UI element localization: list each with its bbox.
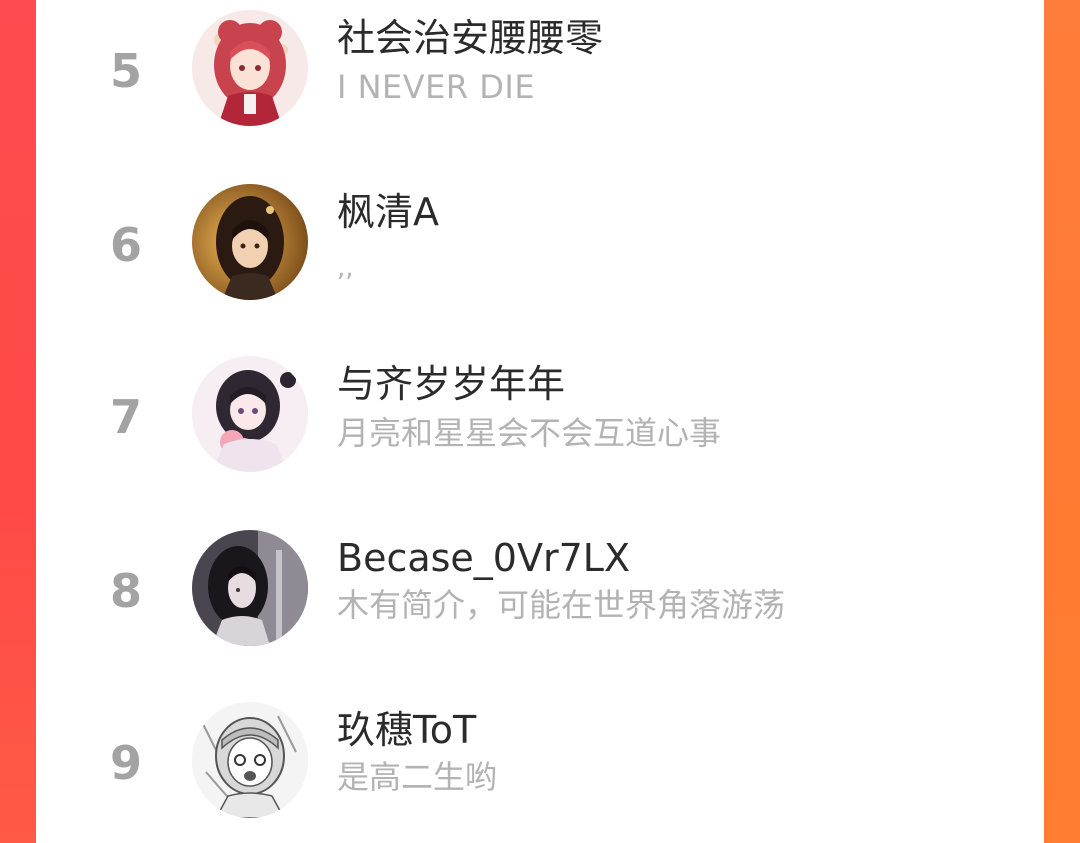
avatar-girl-holding-flowers-icon[interactable] (192, 356, 308, 472)
left-accent-border (0, 0, 36, 843)
user-bio: 木有简介，可能在世界角落游荡 (337, 586, 786, 624)
user-name[interactable]: 玖穗ToT (337, 709, 476, 752)
ranking-row-8[interactable]: 8 Becase_0Vr7LX 木有简介，可能在世界角落游荡 (36, 516, 1044, 688)
rank-number: 5 (109, 44, 142, 98)
ranking-row-5[interactable]: 5 社会治安腰腰零 I NEVER DIE (36, 0, 1044, 172)
user-name[interactable]: 枫清A (337, 191, 439, 234)
ranking-row-9[interactable]: 9 玖穗ToT 是高二生哟 (36, 688, 1044, 843)
avatar-red-hair-girl-icon[interactable] (192, 10, 308, 126)
avatar-dark-hair-girl-golden-icon[interactable] (192, 184, 308, 300)
rank-number: 7 (109, 390, 142, 444)
user-bio: 月亮和星星会不会互道心事 (337, 414, 722, 452)
user-bio: I NEVER DIE (337, 68, 536, 106)
user-bio: ,, (337, 253, 354, 283)
ranking-list-panel: 5 社会治安腰腰零 I NEVER DIE 6 枫清A ,, 7 与齐岁岁年年 … (36, 0, 1044, 843)
ranking-row-6[interactable]: 6 枫清A ,, (36, 172, 1044, 344)
rank-number: 8 (109, 564, 142, 618)
user-name[interactable]: Becase_0Vr7LX (337, 537, 630, 580)
user-name[interactable]: 与齐岁岁年年 (337, 363, 565, 406)
right-accent-border (1044, 0, 1080, 843)
user-name[interactable]: 社会治安腰腰零 (337, 17, 603, 60)
ranking-row-7[interactable]: 7 与齐岁岁年年 月亮和星星会不会互道心事 (36, 344, 1044, 516)
avatar-girl-in-shadow-icon[interactable] (192, 530, 308, 646)
user-bio: 是高二生哟 (337, 758, 498, 796)
rank-number: 9 (109, 736, 142, 790)
avatar-manga-girl-sketch-icon[interactable] (192, 702, 308, 818)
rank-number: 6 (109, 218, 142, 272)
